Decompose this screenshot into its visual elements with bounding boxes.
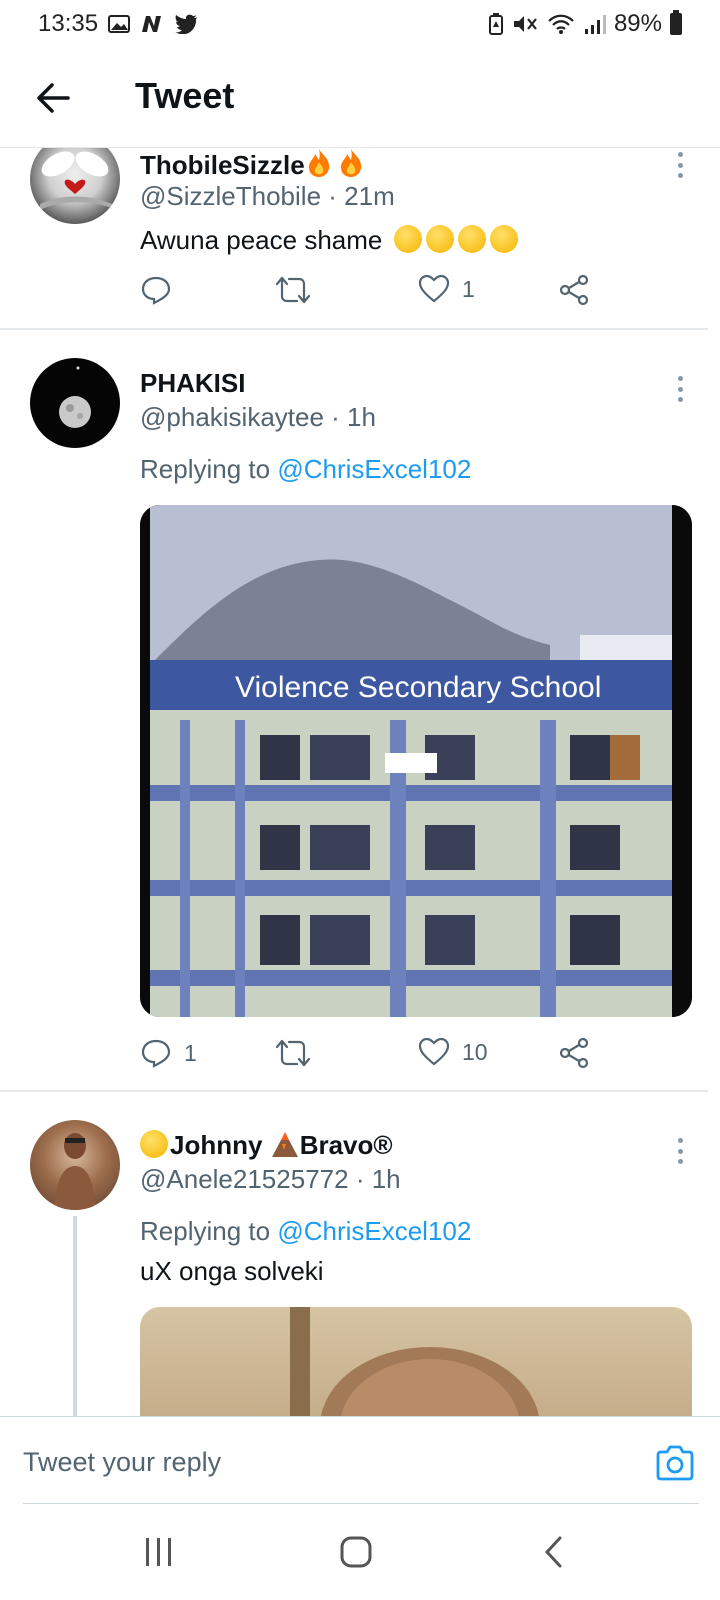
- author-handle[interactable]: @phakisikaytee: [140, 402, 324, 432]
- replying-to-line: Replying to @ChrisExcel102: [140, 1216, 472, 1246]
- tweet-thobile[interactable]: ThobileSizzle @SizzleThobile · 21m Awuna…: [0, 148, 720, 330]
- author-handle-line: @phakisikaytee · 1h: [140, 402, 376, 433]
- reply-icon: [141, 1039, 171, 1068]
- tweet-phakisi[interactable]: PHAKISI @phakisikaytee · 1h Replying to …: [0, 330, 720, 1092]
- avatar[interactable]: [30, 148, 120, 224]
- share-icon: [559, 274, 589, 306]
- like-count: 10: [462, 1038, 488, 1065]
- retweet-icon: [275, 1039, 311, 1067]
- share-button[interactable]: [558, 1037, 590, 1069]
- more-options-icon[interactable]: [670, 148, 690, 182]
- wifi-icon: [548, 14, 574, 34]
- tweet-time: · 21m: [328, 181, 395, 211]
- author-handle[interactable]: @SizzleThobile: [140, 181, 321, 211]
- author-name[interactable]: Johnny Bravo®: [140, 1130, 393, 1161]
- tweet-text: Awuna peace shame: [140, 225, 518, 256]
- mention-link[interactable]: @ChrisExcel102: [277, 454, 471, 484]
- heart-icon: [418, 1037, 450, 1066]
- tweet-text: uX onga solveki: [140, 1256, 324, 1286]
- avatar[interactable]: [30, 358, 120, 448]
- more-options-icon[interactable]: [670, 372, 690, 406]
- tweet-feed[interactable]: ThobileSizzle @SizzleThobile · 21m Awuna…: [0, 148, 720, 1416]
- rofl-emoji: [393, 225, 422, 253]
- school-sign-text: Violence Secondary School: [235, 671, 601, 704]
- author-name[interactable]: ThobileSizzle: [140, 148, 365, 181]
- recent-apps-icon[interactable]: [143, 1534, 175, 1570]
- news-icon: [142, 16, 162, 32]
- tweet-time: · 1h: [331, 402, 376, 432]
- like-count: 1: [462, 275, 475, 302]
- status-bar: 13:35 89%: [0, 0, 720, 48]
- status-time: 13:35: [38, 10, 99, 37]
- reply-count: 1: [184, 1039, 197, 1066]
- reply-icon: [141, 276, 171, 305]
- author-handle-line: @SizzleThobile · 21m: [140, 181, 395, 212]
- author-handle[interactable]: @Anele21525772: [140, 1164, 349, 1194]
- page-title: Tweet: [135, 75, 235, 116]
- battery-saver-icon: [488, 13, 503, 35]
- system-nav-bar: [0, 1504, 720, 1600]
- signal-icon: [584, 15, 606, 34]
- battery-level: 89%: [613, 10, 662, 37]
- reply-input[interactable]: Tweet your reply: [23, 1447, 221, 1478]
- tweet-time: · 1h: [355, 1164, 401, 1194]
- author-name[interactable]: PHAKISI: [140, 368, 245, 399]
- fire-emoji: [340, 149, 361, 177]
- twitter-bird-icon: [175, 14, 198, 34]
- reply-button[interactable]: [140, 274, 184, 306]
- rofl-emoji: [425, 225, 454, 253]
- heart-icon: [418, 274, 450, 303]
- photo-image: [290, 1307, 539, 1416]
- avatar[interactable]: [30, 1120, 120, 1210]
- heart-dove-avatar-icon: [40, 151, 112, 210]
- more-options-icon[interactable]: [670, 1134, 690, 1168]
- battery-icon: [670, 10, 682, 35]
- tweet-johnny[interactable]: Johnny Bravo® @Anele21525772 · 1h Replyi…: [0, 1092, 720, 1416]
- camera-icon[interactable]: [654, 1443, 696, 1483]
- reply-composer: Tweet your reply: [0, 1416, 720, 1505]
- retweet-button[interactable]: [275, 1037, 323, 1069]
- tweet-actions: 1: [140, 274, 600, 314]
- reply-button[interactable]: 1: [140, 1037, 197, 1069]
- like-button[interactable]: 10: [418, 1037, 488, 1067]
- rofl-emoji: [457, 225, 486, 253]
- like-button[interactable]: 1: [418, 274, 475, 304]
- thread-line: [73, 1216, 77, 1416]
- fire-emoji: [308, 149, 329, 177]
- home-icon[interactable]: [338, 1534, 374, 1570]
- mute-icon: [513, 16, 537, 32]
- share-button[interactable]: [558, 274, 590, 306]
- back-arrow-icon[interactable]: [34, 78, 74, 118]
- retweet-button[interactable]: [275, 274, 323, 306]
- back-icon[interactable]: [540, 1534, 568, 1570]
- mention-link[interactable]: @ChrisExcel102: [277, 1216, 471, 1246]
- gallery-icon: [108, 15, 131, 33]
- moon-avatar-icon: [59, 366, 91, 428]
- author-handle-line: @Anele21525772 · 1h: [140, 1164, 401, 1195]
- volcano-emoji: [271, 1132, 298, 1157]
- school-building-image: Violence Secondary School: [140, 505, 692, 1017]
- tweet-actions: 1 10: [140, 1037, 600, 1077]
- person-avatar-icon: [54, 1133, 96, 1210]
- sunglasses-emoji: [140, 1130, 168, 1158]
- top-bar: Tweet: [0, 48, 720, 148]
- tweet-image[interactable]: [140, 1307, 692, 1416]
- rofl-emoji: [489, 225, 518, 253]
- retweet-icon: [275, 276, 311, 304]
- replying-to-line: Replying to @ChrisExcel102: [140, 454, 472, 484]
- share-icon: [559, 1037, 589, 1069]
- tweet-image[interactable]: Violence Secondary School: [140, 505, 692, 1017]
